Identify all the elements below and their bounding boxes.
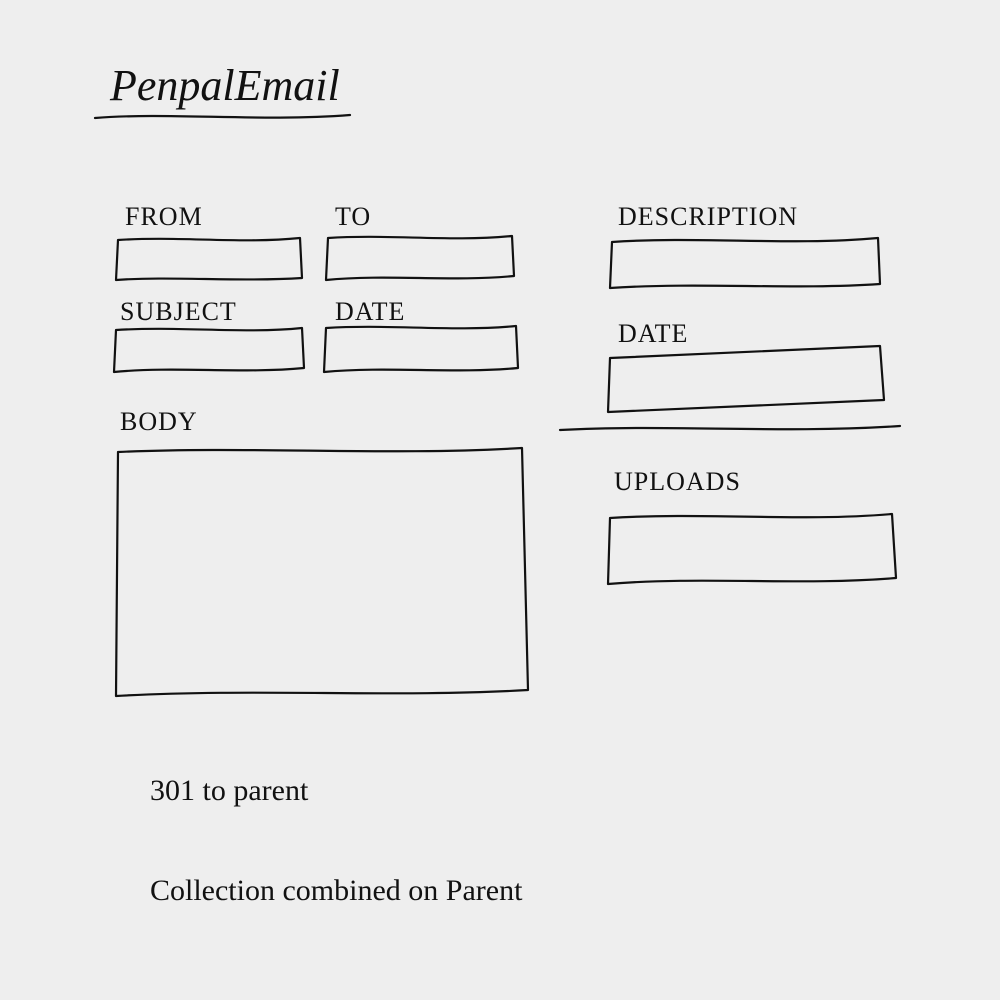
date-right-label: DATE xyxy=(618,319,688,348)
body-label: BODY xyxy=(120,407,198,436)
from-label: FROM xyxy=(125,202,203,231)
description-label: DESCRIPTION xyxy=(618,202,798,231)
from-input[interactable] xyxy=(116,238,302,280)
note-collection: Collection combined on Parent xyxy=(150,874,523,907)
body-textarea[interactable] xyxy=(116,448,528,696)
date-right-underline xyxy=(560,426,900,430)
page-title: PenpalEmail xyxy=(109,61,340,110)
to-label: TO xyxy=(335,202,371,231)
uploads-label: UPLOADS xyxy=(614,467,741,496)
date-left-input[interactable] xyxy=(324,326,518,372)
subject-label: SUBJECT xyxy=(120,297,237,326)
date-left-label: DATE xyxy=(335,297,405,326)
note-301: 301 to parent xyxy=(150,774,309,807)
subject-input[interactable] xyxy=(114,328,304,372)
title-underline xyxy=(95,115,350,118)
date-right-input[interactable] xyxy=(608,346,884,412)
to-input[interactable] xyxy=(326,236,514,280)
uploads-input[interactable] xyxy=(608,514,896,584)
description-input[interactable] xyxy=(610,238,880,288)
